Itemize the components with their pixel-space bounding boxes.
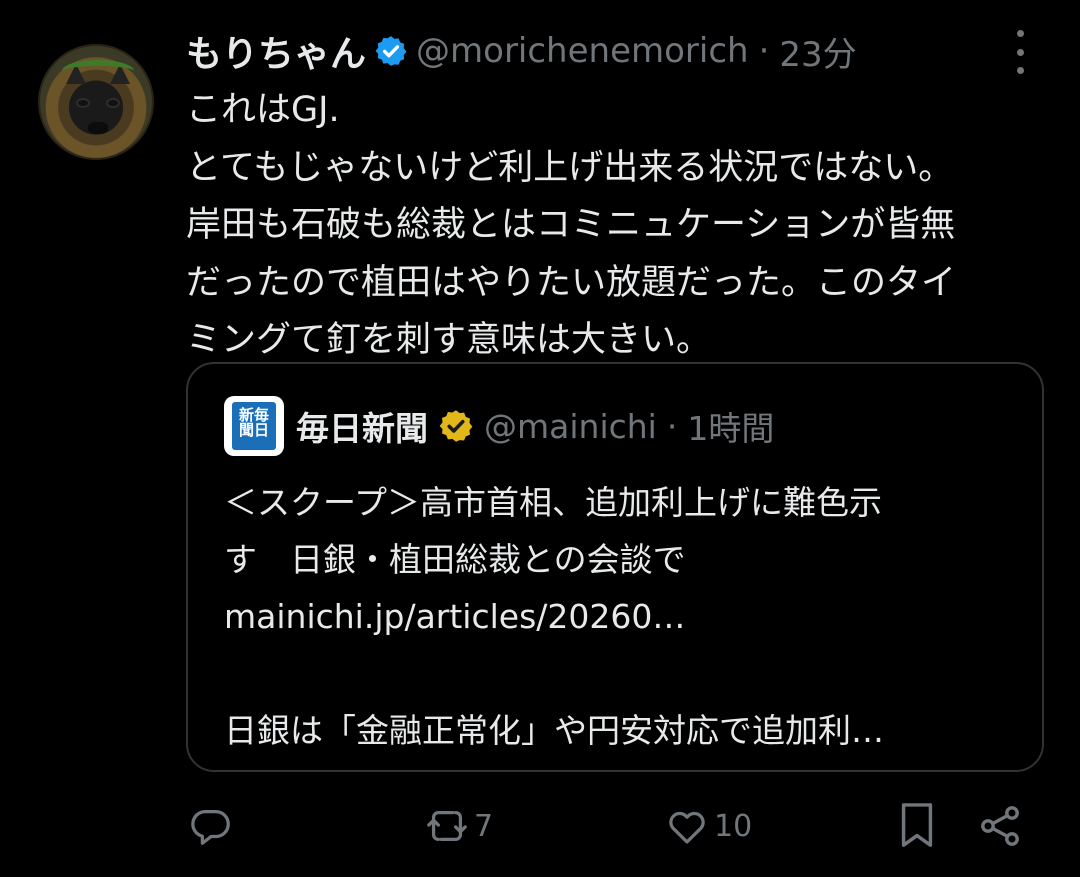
quoted-line: す 日銀・植田総裁との会談で — [224, 540, 686, 579]
like-button[interactable]: 10 — [664, 798, 752, 854]
gold-verified-badge-icon — [439, 410, 473, 442]
separator-dot: · — [666, 406, 678, 446]
retweet-button[interactable]: 7 — [424, 798, 493, 854]
reply-button[interactable] — [188, 798, 238, 854]
tweet-header: もりちゃん @morichenemorich · 23分 — [186, 26, 857, 76]
quoted-tweet-card[interactable]: 新毎 聞日 毎日新聞 @mainichi · 1時間 ＜スクープ＞高市首相、追加利… — [186, 362, 1044, 772]
quoted-author-name[interactable]: 毎日新聞 — [296, 402, 428, 450]
like-icon — [669, 811, 705, 844]
like-count: 10 — [714, 808, 753, 844]
quoted-line: 日銀は「金融正常化」や円安対応で追加利… — [224, 711, 884, 750]
author-name[interactable]: もりちゃん — [186, 25, 366, 77]
retweet-icon — [427, 810, 467, 842]
tweet-line: 岸田も石破も総裁とはコミニュケーションが皆無 — [186, 205, 956, 245]
newspaper-logo-text: 新毎 聞日 — [232, 402, 276, 450]
author-handle[interactable]: @morichenemorich — [416, 31, 749, 71]
quoted-link[interactable]: mainichi.jp/articles/20260… — [224, 588, 1014, 645]
quoted-tweet-header: 新毎 聞日 毎日新聞 @mainichi · 1時間 — [224, 396, 774, 456]
verified-badge-icon — [375, 36, 407, 66]
tweet-line: だったので植田はやりたい放題だった。このタイ — [186, 262, 957, 303]
bookmark-icon — [901, 803, 933, 847]
quoted-post-time: 1時間 — [687, 409, 775, 448]
quoted-line: ＜スクープ＞高市首相、追加利上げに難色示 — [224, 483, 883, 522]
newspaper-logo[interactable]: 新毎 聞日 — [224, 396, 284, 456]
retweet-count: 7 — [474, 808, 494, 844]
quoted-line-blank — [224, 645, 1014, 702]
quoted-tweet-text: ＜スクープ＞高市首相、追加利上げに難色示 す 日銀・植田総裁との会談で main… — [224, 474, 1014, 759]
bookmark-button[interactable] — [894, 798, 940, 854]
more-icon[interactable] — [1008, 30, 1032, 74]
tweet-line: ミングて釘を刺す意味は大きい。 — [186, 320, 712, 360]
avatar[interactable] — [38, 44, 154, 160]
quoted-author-handle[interactable]: @mainichi — [484, 407, 657, 446]
action-bar: 7 10 — [0, 798, 1080, 858]
tweet-line: これはGJ. — [186, 90, 340, 130]
post-time[interactable]: 23分 — [779, 27, 856, 76]
tweet-text: これはGJ. とてもじゃないけど利上げ出来る状況ではない。 岸田も石破も総裁とは… — [186, 82, 1046, 370]
tweet-line: とてもじゃないけど利上げ出来る状況ではない。 — [186, 147, 954, 188]
reply-icon — [191, 809, 230, 845]
separator-dot: · — [758, 31, 770, 71]
share-button[interactable] — [976, 798, 1024, 854]
share-icon — [981, 806, 1019, 846]
